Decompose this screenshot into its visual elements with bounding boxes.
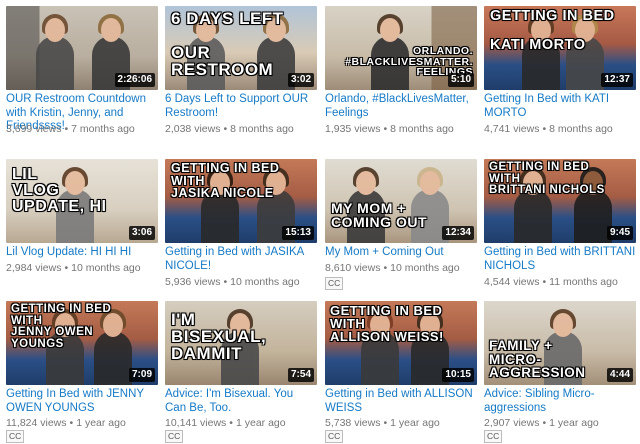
view-count: 5,936 views bbox=[165, 276, 221, 288]
video-duration: 9:45 bbox=[606, 226, 633, 240]
thumbnail-text: GETTING IN BED WITH BRITTANI NICHOLS bbox=[489, 161, 605, 196]
video-thumbnail[interactable]: GETTING IN BED WITH ALLISON WEISS! 10:15 bbox=[325, 301, 477, 385]
video-meta: 11,824 views • 1 year ago bbox=[6, 417, 126, 429]
video-meta: 5,936 views • 10 months ago bbox=[165, 276, 300, 288]
video-duration: 10:15 bbox=[442, 368, 474, 382]
upload-age: 8 months ago bbox=[230, 123, 294, 135]
closed-captions-badge: CC bbox=[325, 277, 344, 290]
video-duration: 12:37 bbox=[601, 73, 633, 87]
video-meta: 4,544 views • 11 months ago bbox=[484, 276, 618, 288]
video-duration: 4:44 bbox=[606, 368, 633, 382]
video-thumbnail[interactable]: GETTING IN BED WITH JENNY OWEN YOUNGS 7:… bbox=[6, 301, 158, 385]
video-meta: 10,141 views • 1 year ago bbox=[165, 417, 286, 429]
video-duration: 3:06 bbox=[128, 226, 155, 240]
video-thumbnail[interactable]: ORLANDO. #BLACKLIVESMATTER. FEELINGS 5:1… bbox=[325, 6, 477, 90]
video-thumbnail[interactable]: 6 DAYS LEFT OUR RESTROOM 3:02 bbox=[165, 6, 317, 90]
upload-age: 10 months ago bbox=[71, 262, 141, 274]
video-duration: 12:34 bbox=[442, 226, 474, 240]
view-count: 2,984 views bbox=[6, 262, 62, 274]
video-thumbnail[interactable]: I'M BISEXUAL, DAMMIT 7:54 bbox=[165, 301, 317, 385]
video-title[interactable]: Orlando, #BlackLivesMatter, Feelings bbox=[325, 93, 477, 120]
video-thumbnail[interactable]: GETTING IN BED KATI MORTO 12:37 bbox=[484, 6, 636, 90]
video-title[interactable]: Advice: Sibling Micro-aggressions bbox=[484, 388, 636, 415]
video-title[interactable]: Getting in Bed with JASIKA NICOLE! bbox=[165, 246, 317, 273]
video-title[interactable]: Getting In Bed with JENNY OWEN YOUNGS bbox=[6, 388, 158, 415]
view-count: 3,699 views bbox=[6, 123, 62, 135]
video-title[interactable]: Getting In Bed with KATI MORTO bbox=[484, 93, 636, 120]
view-count: 8,610 views bbox=[325, 262, 381, 274]
view-count: 4,741 views bbox=[484, 123, 540, 135]
video-duration: 7:09 bbox=[128, 368, 155, 382]
video-title[interactable]: Advice: I'm Bisexual. You Can Be, Too. bbox=[165, 388, 317, 415]
upload-age: 1 year ago bbox=[235, 417, 286, 429]
thumbnail-text: LIL VLOG UPDATE, HI bbox=[12, 166, 107, 215]
upload-age: 11 months ago bbox=[549, 276, 618, 288]
upload-age: 1 year ago bbox=[549, 417, 599, 429]
upload-age: 8 months ago bbox=[390, 123, 454, 135]
upload-age: 8 months ago bbox=[549, 123, 613, 135]
video-duration: 3:02 bbox=[287, 73, 314, 87]
video-meta: 8,610 views • 10 months ago bbox=[325, 262, 460, 274]
thumbnail-text: GETTING IN BED WITH ALLISON WEISS! bbox=[330, 303, 444, 344]
video-meta: 2,984 views • 10 months ago bbox=[6, 262, 141, 274]
video-title[interactable]: Getting in Bed with BRITTANI NICHOLS bbox=[484, 246, 636, 273]
view-count: 2,038 views bbox=[165, 123, 221, 135]
view-count: 5,738 views bbox=[325, 417, 381, 429]
view-count: 4,544 views bbox=[484, 276, 540, 288]
video-thumbnail[interactable]: LIL VLOG UPDATE, HI 3:06 bbox=[6, 159, 158, 243]
upload-age: 1 year ago bbox=[76, 417, 126, 429]
video-thumbnail[interactable]: 2:26:06 bbox=[6, 6, 158, 90]
video-thumbnail[interactable]: MY MOM + COMING OUT 12:34 bbox=[325, 159, 477, 243]
video-meta: 3,699 views • 7 months ago bbox=[6, 123, 135, 135]
upload-age: 1 year ago bbox=[390, 417, 440, 429]
video-meta: 1,935 views • 8 months ago bbox=[325, 123, 454, 135]
video-duration: 2:26:06 bbox=[114, 73, 155, 87]
thumbnail-text: MY MOM + COMING OUT bbox=[331, 200, 427, 230]
video-grid: 2:26:06 OUR Restroom Countdown with Kris… bbox=[0, 0, 640, 444]
video-meta: 2,907 views • 1 year ago bbox=[484, 417, 599, 429]
video-thumbnail[interactable]: GETTING IN BED WITH BRITTANI NICHOLS 9:4… bbox=[484, 159, 636, 243]
view-count: 1,935 views bbox=[325, 123, 381, 135]
thumbnail-text: GETTING IN BED WITH JASIKA NICOLE bbox=[171, 161, 280, 200]
thumbnail-text: FAMILY + MICRO- AGGRESSION bbox=[489, 338, 586, 380]
view-count: 10,141 views bbox=[165, 417, 227, 429]
video-title[interactable]: 6 Days Left to Support OUR Restroom! bbox=[165, 93, 317, 120]
thumbnail-text: GETTING IN BED KATI MORTO bbox=[490, 8, 615, 53]
video-title[interactable]: Lil Vlog Update: HI HI HI bbox=[6, 246, 158, 260]
closed-captions-badge: CC bbox=[6, 430, 25, 443]
upload-age: 10 months ago bbox=[230, 276, 300, 288]
video-meta: 4,741 views • 8 months ago bbox=[484, 123, 613, 135]
view-count: 2,907 views bbox=[484, 417, 540, 429]
video-title[interactable]: My Mom + Coming Out bbox=[325, 246, 477, 260]
view-count: 11,824 views bbox=[6, 417, 67, 429]
video-duration: 15:13 bbox=[282, 226, 314, 240]
video-duration: 7:54 bbox=[287, 368, 314, 382]
closed-captions-badge: CC bbox=[325, 430, 344, 443]
upload-age: 10 months ago bbox=[390, 262, 460, 274]
thumbnail-text: I'M BISEXUAL, DAMMIT bbox=[171, 310, 267, 363]
thumbnail-text: 6 DAYS LEFT OUR RESTROOM bbox=[171, 9, 284, 79]
video-thumbnail[interactable]: GETTING IN BED WITH JASIKA NICOLE 15:13 bbox=[165, 159, 317, 243]
video-duration: 5:10 bbox=[447, 73, 474, 87]
video-title[interactable]: Getting in Bed with ALLISON WEISS bbox=[325, 388, 477, 415]
video-meta: 2,038 views • 8 months ago bbox=[165, 123, 294, 135]
video-meta: 5,738 views • 1 year ago bbox=[325, 417, 440, 429]
upload-age: 7 months ago bbox=[71, 123, 135, 135]
video-thumbnail[interactable]: FAMILY + MICRO- AGGRESSION 4:44 bbox=[484, 301, 636, 385]
closed-captions-badge: CC bbox=[484, 430, 503, 443]
closed-captions-badge: CC bbox=[165, 430, 184, 443]
thumbnail-text: GETTING IN BED WITH JENNY OWEN YOUNGS bbox=[11, 303, 112, 350]
